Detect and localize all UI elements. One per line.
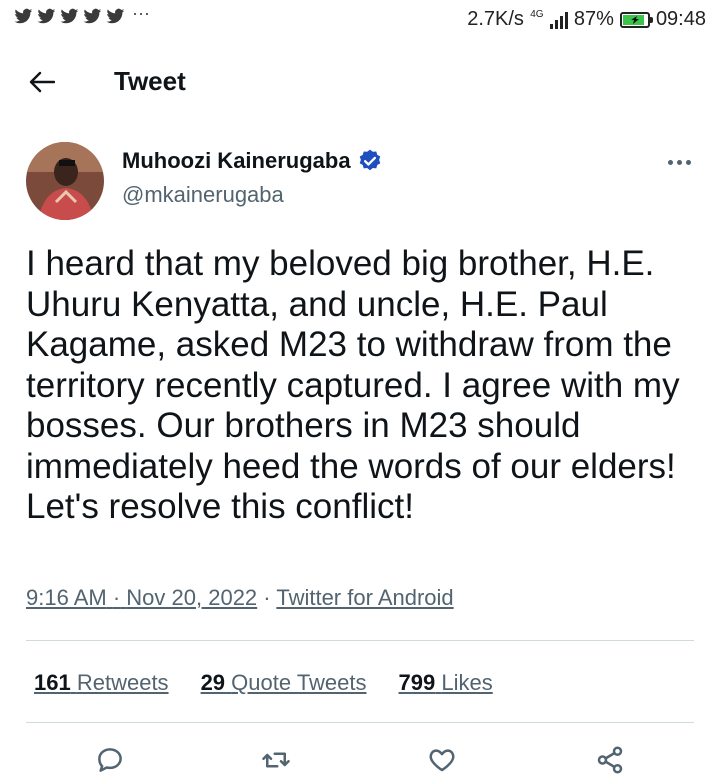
network-speed: 2.7K/s [467,8,524,30]
quote-tweets-count: 29 [200,670,226,695]
verified-badge-icon [359,149,380,171]
tweet-meta: 9:16 AM · Nov 20, 2022 · Twitter for And… [26,585,454,611]
more-dot [667,159,673,165]
retweet-button[interactable] [258,742,294,778]
likes-label: Likes [441,670,493,695]
divider [26,722,694,723]
likes-stat[interactable]: 799 Likes [399,670,493,696]
author-name[interactable]: Muhoozi Kainerugaba [122,148,351,174]
tweet-time-link[interactable]: 9:16 AM · Nov 20, 2022 [26,585,257,610]
notification-icons: ··· [14,2,150,25]
signal-icon [549,11,568,29]
quote-tweets-stat[interactable]: 29 Quote Tweets [201,670,367,696]
charging-bolt-icon [630,15,639,24]
more-options-button[interactable] [664,150,694,174]
battery-percent: 87% [573,8,614,30]
retweet-icon [262,752,290,768]
battery-icon [619,11,653,28]
more-notifications-indicator: ··· [132,2,150,23]
avatar[interactable] [26,142,104,220]
reply-button[interactable] [92,742,128,778]
twitter-bird-icon [37,8,56,24]
tweet-source-link[interactable]: Twitter for Android [276,585,453,610]
retweets-count: 161 [34,670,71,695]
tweet-text: I heard that my beloved big brother, H.E… [26,244,680,526]
clock: 09:48 [655,8,706,30]
status-indicators: 2.7K/s 4G 87% 09:48 [467,8,706,31]
app-header: Tweet [0,52,720,112]
status-bar: ··· 2.7K/s 4G 87% 09:48 [0,0,720,40]
twitter-bird-icon [106,8,125,24]
heart-icon [429,749,455,772]
twitter-bird-icon [60,8,79,24]
separator: · [112,585,121,610]
retweets-stat[interactable]: 161 Retweets [34,670,169,696]
more-dot [685,159,691,165]
network-type: 4G [530,8,544,20]
reply-icon [98,748,122,772]
back-button[interactable] [22,66,62,98]
share-button[interactable] [592,742,628,778]
tweet-actions [0,742,720,780]
more-dot [676,159,682,165]
author-handle[interactable]: @mkainerugaba [122,182,284,208]
back-arrow-icon [29,71,55,93]
separator: · [263,585,271,610]
tweet-stats: 161 Retweets 29 Quote Tweets 799 Likes [34,670,493,696]
quote-tweets-label: Quote Tweets [231,670,367,695]
page-title: Tweet [114,66,186,96]
likes-count: 799 [398,670,436,695]
twitter-bird-icon [14,8,33,24]
tweet-date: Nov 20, 2022 [126,585,258,610]
twitter-bird-icon [83,8,102,24]
author-name-row: Muhoozi Kainerugaba [122,148,383,174]
avatar-image [26,142,104,220]
retweets-label: Retweets [76,670,169,695]
like-button[interactable] [424,742,460,778]
divider [26,640,694,641]
tweet-time: 9:16 AM [26,585,107,610]
share-icon [597,746,623,774]
